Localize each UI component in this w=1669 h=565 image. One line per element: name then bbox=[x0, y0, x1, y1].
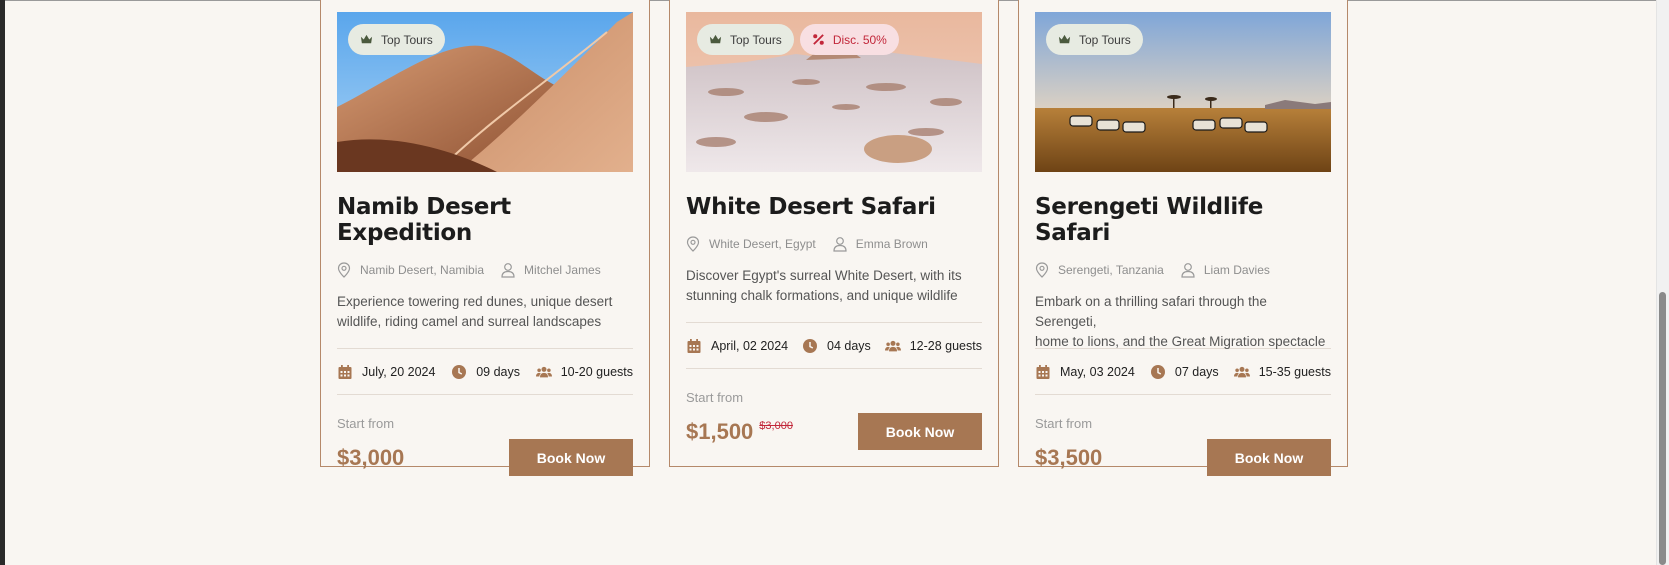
badge-label: Top Tours bbox=[730, 32, 782, 47]
crown-icon bbox=[360, 34, 373, 44]
badge-label: Top Tours bbox=[381, 32, 433, 47]
location-pin-icon bbox=[1035, 262, 1049, 278]
badge-group: Top Tours bbox=[1046, 24, 1143, 55]
tour-guide: Emma Brown bbox=[855, 237, 928, 251]
user-icon bbox=[501, 263, 515, 278]
tour-guide: Liam Davies bbox=[1203, 263, 1270, 277]
start-from-label: Start from bbox=[1035, 416, 1093, 431]
clock-icon bbox=[803, 338, 818, 353]
tour-stats: May, 03 2024 07 days 15-35 guests bbox=[1035, 348, 1331, 395]
start-from-label: Start from bbox=[337, 416, 395, 431]
tour-date: July, 20 2024 bbox=[362, 364, 436, 379]
calendar-icon bbox=[1036, 364, 1050, 379]
price-row: $3,500 Book Now bbox=[1035, 439, 1331, 476]
tour-location: Serengeti, Tanzania bbox=[1058, 263, 1164, 277]
tour-price: $3,000 bbox=[337, 444, 405, 470]
tour-stats: April, 02 2024 04 days 12-28 guests bbox=[686, 322, 982, 369]
scrollbar-thumb[interactable] bbox=[1659, 292, 1666, 565]
badge-label: Disc. 50% bbox=[832, 32, 887, 47]
description-line: home to lions, and the Great Migration s… bbox=[1035, 334, 1326, 349]
tour-guests: 15-35 guests bbox=[1258, 364, 1331, 379]
tour-description: Experience towering red dunes, unique de… bbox=[337, 292, 633, 332]
price-row: $3,000 Book Now bbox=[337, 439, 633, 476]
price-row: $1,500 $3,000 Book Now bbox=[686, 413, 982, 450]
tour-location: Namib Desert, Namibia bbox=[360, 263, 485, 277]
tour-title[interactable]: White Desert Safari bbox=[686, 194, 982, 220]
tour-duration: 07 days bbox=[1174, 364, 1219, 379]
tour-description: Embark on a thrilling safari through the… bbox=[1035, 292, 1331, 349]
description-line: wildlife, riding camel and surreal lands… bbox=[337, 314, 602, 329]
tour-meta: Namib Desert, Namibia Mitchel James bbox=[337, 262, 633, 278]
description-line: Embark on a thrilling safari through the… bbox=[1035, 294, 1267, 329]
tour-photo[interactable]: Top Tours Disc. 50% bbox=[686, 12, 982, 172]
tour-photo[interactable]: Top Tours bbox=[1035, 12, 1331, 172]
location-pin-icon bbox=[337, 262, 351, 278]
top-tours-badge: Top Tours bbox=[348, 24, 445, 55]
user-icon bbox=[833, 237, 847, 252]
window-edge bbox=[0, 0, 5, 565]
crown-icon bbox=[1058, 34, 1071, 44]
tour-photo[interactable]: Top Tours bbox=[337, 12, 633, 172]
tour-meta: White Desert, Egypt Emma Brown bbox=[686, 236, 982, 252]
tour-stats: July, 20 2024 09 days 10-20 guests bbox=[337, 348, 633, 395]
tour-duration: 09 days bbox=[476, 364, 520, 379]
user-icon bbox=[1181, 263, 1195, 278]
tour-duration: 04 days bbox=[827, 338, 871, 353]
tour-title[interactable]: Namib Desert Expedition bbox=[337, 194, 633, 246]
tour-title[interactable]: Serengeti Wildlife Safari bbox=[1035, 194, 1331, 246]
book-now-button[interactable]: Book Now bbox=[509, 439, 633, 476]
tour-card[interactable]: Top Tours Disc. 50% White Desert Safari … bbox=[669, 0, 999, 467]
clock-icon bbox=[452, 364, 467, 379]
discount-badge: Disc. 50% bbox=[799, 24, 899, 55]
tour-card[interactable]: Top Tours Serengeti Wildlife Safari Sere… bbox=[1018, 0, 1348, 476]
tour-cards-grid: Top Tours Namib Desert Expedition Namib … bbox=[320, 0, 1348, 476]
tour-guests: 10-20 guests bbox=[560, 364, 633, 379]
page-scrollbar[interactable] bbox=[1656, 0, 1669, 565]
original-price: $3,000 bbox=[759, 419, 793, 432]
top-tours-badge: Top Tours bbox=[1046, 24, 1143, 55]
calendar-icon bbox=[687, 338, 701, 353]
description-line: Discover Egypt's surreal White Desert, w… bbox=[686, 268, 962, 283]
users-icon bbox=[884, 340, 901, 351]
tour-guide: Mitchel James bbox=[524, 263, 601, 277]
book-now-button[interactable]: Book Now bbox=[1207, 439, 1331, 476]
clock-icon bbox=[1150, 364, 1165, 379]
tour-date: April, 02 2024 bbox=[711, 338, 789, 353]
description-line: stunning chalk formations, and unique wi… bbox=[686, 288, 958, 303]
crown-icon bbox=[709, 34, 722, 44]
tour-price: $3,500 bbox=[1035, 444, 1103, 470]
tour-date: May, 03 2024 bbox=[1060, 364, 1135, 379]
tour-description: Discover Egypt's surreal White Desert, w… bbox=[686, 266, 982, 306]
tour-price: $1,500 bbox=[686, 418, 754, 444]
location-pin-icon bbox=[686, 236, 700, 252]
badge-group: Top Tours Disc. 50% bbox=[697, 24, 899, 55]
users-icon bbox=[1233, 366, 1250, 377]
description-line: Experience towering red dunes, unique de… bbox=[337, 294, 613, 309]
tour-guests: 12-28 guests bbox=[909, 338, 982, 353]
start-from-label: Start from bbox=[686, 390, 744, 405]
calendar-icon bbox=[338, 364, 352, 379]
badge-label: Top Tours bbox=[1079, 32, 1131, 47]
badge-group: Top Tours bbox=[348, 24, 445, 55]
tour-card[interactable]: Top Tours Namib Desert Expedition Namib … bbox=[320, 0, 650, 476]
book-now-button[interactable]: Book Now bbox=[858, 413, 982, 450]
top-tours-badge: Top Tours bbox=[697, 24, 794, 55]
percent-icon bbox=[813, 34, 824, 45]
tour-meta: Serengeti, Tanzania Liam Davies bbox=[1035, 262, 1331, 278]
users-icon bbox=[535, 366, 552, 377]
tour-location: White Desert, Egypt bbox=[709, 237, 816, 251]
